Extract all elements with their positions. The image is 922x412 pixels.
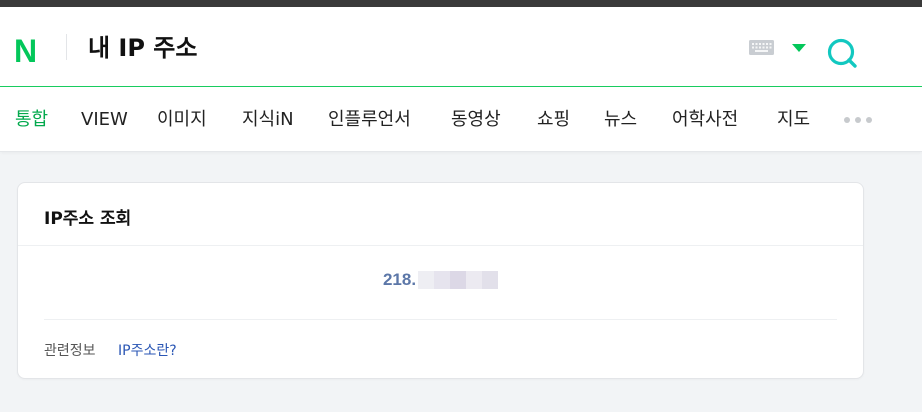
search-tabs: 통합 VIEW 이미지 지식iN 인플루언서 동영상 쇼핑 뉴스 어학사전 지도 <box>0 87 922 152</box>
header-divider <box>66 34 67 60</box>
tab-dictionary[interactable]: 어학사전 <box>672 109 738 131</box>
more-dots-icon[interactable] <box>842 116 874 124</box>
browser-top-strip <box>0 0 922 7</box>
tab-news[interactable]: 뉴스 <box>604 109 637 131</box>
tab-view[interactable]: VIEW <box>81 109 128 131</box>
tab-shopping[interactable]: 쇼핑 <box>537 109 570 131</box>
search-icon[interactable] <box>824 36 860 72</box>
tab-video[interactable]: 동영상 <box>451 109 501 131</box>
ip-lookup-card: IP주소 조회 218. 관련정보 IP주소란? <box>17 182 864 379</box>
search-header: N 내 IP 주소 <box>0 7 922 87</box>
search-query-text[interactable]: 내 IP 주소 <box>88 34 197 62</box>
ip-address-value: 218. <box>382 270 417 289</box>
tab-knowledge-in[interactable]: 지식iN <box>242 109 294 131</box>
what-is-ip-link[interactable]: IP주소란? <box>118 340 177 360</box>
keyboard-icon[interactable] <box>749 40 774 55</box>
tab-images[interactable]: 이미지 <box>157 109 207 131</box>
tab-influencer[interactable]: 인플루언서 <box>328 109 411 131</box>
card-divider <box>18 245 863 246</box>
caret-down-icon[interactable] <box>792 44 806 52</box>
card-title: IP주소 조회 <box>44 209 132 229</box>
tab-integrated[interactable]: 통합 <box>15 109 48 131</box>
ip-address-masked <box>418 271 499 289</box>
naver-logo[interactable]: N <box>14 35 37 67</box>
tab-map[interactable]: 지도 <box>777 109 810 131</box>
related-info-label: 관련정보 <box>44 343 96 359</box>
card-divider-2 <box>44 319 837 320</box>
ip-result: 218. <box>18 269 863 291</box>
